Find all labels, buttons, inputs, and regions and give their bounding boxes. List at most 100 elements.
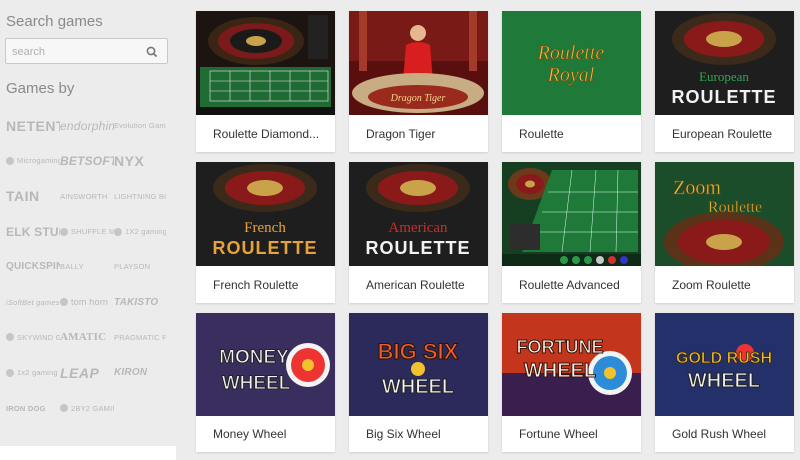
game-card-roulette-diamond[interactable]: Roulette Diamond... (196, 11, 335, 152)
provider-name: AMATIC (60, 331, 107, 344)
provider-logo-1x2[interactable]: 1X2 gaming (114, 214, 166, 249)
game-title: French Roulette (213, 278, 299, 292)
game-art-text: Roulette (537, 42, 605, 64)
game-thumbnail (196, 11, 335, 115)
provider-logo-nyx[interactable]: NYX (114, 143, 166, 178)
provider-logo-lightning-box[interactable]: LIGHTNING BOX (114, 179, 166, 214)
provider-logo-bally[interactable]: BALLY (60, 249, 114, 284)
provider-logo-shuffle-master[interactable]: SHUFFLE MASTER (60, 214, 114, 249)
game-card-zoom-roulette[interactable]: Zoom Roulette Zoom Roulette (655, 162, 794, 303)
provider-name: PRAGMATIC PLAY (114, 332, 166, 342)
provider-icon (60, 227, 68, 236)
provider-icon (6, 368, 14, 377)
provider-name: SKYWIND GROUP (17, 332, 60, 342)
provider-logo-microgaming[interactable]: Microgaming (6, 143, 60, 178)
provider-name: BALLY (60, 262, 84, 272)
provider-logo-evolution[interactable]: Evolution Gaming (114, 108, 166, 143)
provider-name: TAIN (6, 188, 40, 205)
provider-logo-1x2-gaming[interactable]: 1x2 gaming (6, 355, 60, 390)
provider-logo-takisto[interactable]: TAKISTO (114, 284, 166, 319)
providers-title: Games by (6, 80, 75, 97)
game-art-text: BIG SIX (378, 339, 459, 364)
provider-icon (60, 298, 68, 307)
game-card-money-wheel[interactable]: MONEY WHEEL Money Wheel (196, 313, 335, 452)
game-title: Big Six Wheel (366, 427, 441, 441)
provider-list: NETENT endorphina Evolution Gaming Micro… (6, 108, 166, 426)
provider-logo-isoftbet[interactable]: iSoftBet games (6, 284, 60, 319)
provider-logo-tain[interactable]: TAIN (6, 179, 60, 214)
game-thumbnail: Roulette Royal (502, 11, 641, 115)
game-title: Roulette Diamond... (213, 127, 320, 141)
game-art-text: Royal (547, 64, 595, 86)
provider-logo-2by2[interactable]: 2BY2 GAMING (60, 390, 114, 425)
provider-name: KIRON (114, 367, 148, 379)
game-card-roulette-advanced[interactable]: Roulette Advanced (502, 162, 641, 303)
provider-name: 1x2 gaming (17, 368, 58, 378)
game-thumbnail (502, 162, 641, 266)
provider-name: LEAP (60, 364, 100, 381)
provider-name: TAKISTO (114, 296, 159, 308)
game-thumbnail: Dragon Tiger (349, 11, 488, 115)
game-art-text: Zoom (673, 177, 721, 199)
provider-logo-quickspin[interactable]: QUICKSPIN (6, 249, 60, 284)
provider-name: NYX (114, 152, 145, 169)
game-title: American Roulette (366, 278, 465, 292)
game-art-text: WHEEL (524, 360, 596, 382)
provider-logo-skywind[interactable]: SKYWIND GROUP (6, 320, 60, 355)
game-art-text: ROULETTE (213, 238, 318, 258)
provider-name: PLAYSON (114, 262, 151, 272)
provider-logo-elk[interactable]: ELK STUDIOS (6, 214, 60, 249)
provider-logo-amatic[interactable]: AMATIC (60, 320, 114, 355)
provider-logo-playson[interactable]: PLAYSON (114, 249, 166, 284)
provider-name: NETENT (6, 117, 60, 134)
game-thumbnail: American ROULETTE (349, 162, 488, 266)
game-card-big-six-wheel[interactable]: BIG SIX WHEEL Big Six Wheel (349, 313, 488, 452)
game-card-roulette[interactable]: Roulette Royal Roulette (502, 11, 641, 152)
game-thumbnail: Zoom Roulette (655, 162, 794, 266)
game-art-text: ROULETTE (672, 87, 777, 107)
game-art-text: European (699, 69, 749, 84)
game-grid: Roulette Diamond... Dragon Tiger Dragon … (196, 11, 794, 452)
provider-icon (114, 227, 122, 236)
game-title: Gold Rush Wheel (672, 427, 767, 441)
game-art-text: WHEEL (382, 376, 454, 398)
provider-icon (6, 333, 14, 342)
game-art-text: FORTUNE (517, 337, 604, 357)
provider-name: BETSOFT (60, 153, 114, 168)
provider-logo-iron-dog[interactable]: IRON DOG (6, 390, 60, 425)
provider-logo-netent[interactable]: NETENT (6, 108, 60, 143)
provider-logo-tom-horn[interactable]: tom horn (60, 284, 114, 319)
search-input[interactable] (12, 43, 142, 60)
provider-logo-endorphina[interactable]: endorphina (60, 108, 114, 143)
provider-logo-pragmatic[interactable]: PRAGMATIC PLAY (114, 320, 166, 355)
game-thumbnail: GOLD RUSH WHEEL (655, 313, 794, 416)
provider-name: iSoftBet games (6, 297, 60, 307)
provider-name: IRON DOG (6, 403, 46, 413)
game-card-gold-rush-wheel[interactable]: GOLD RUSH WHEEL Gold Rush Wheel (655, 313, 794, 452)
sidebar: Search games Games by NETENT endorphina … (0, 0, 178, 460)
provider-name: LIGHTNING BOX (114, 191, 166, 201)
search-box[interactable] (5, 38, 168, 64)
provider-name: 1X2 gaming (125, 227, 166, 237)
game-card-dragon-tiger[interactable]: Dragon Tiger Dragon Tiger (349, 11, 488, 152)
game-title: Fortune Wheel (519, 427, 598, 441)
search-icon[interactable] (145, 45, 159, 59)
game-card-european-roulette[interactable]: European ROULETTE European Roulette (655, 11, 794, 152)
game-card-fortune-wheel[interactable]: FORTUNE WHEEL Fortune Wheel (502, 313, 641, 452)
game-title: European Roulette (672, 127, 773, 141)
game-art-text: French (244, 220, 286, 236)
game-title: Dragon Tiger (366, 127, 436, 141)
game-card-american-roulette[interactable]: American ROULETTE American Roulette (349, 162, 488, 303)
game-title: Roulette (519, 127, 564, 141)
sidebar-footer (0, 446, 176, 460)
provider-logo-ainsworth[interactable]: AINSWORTH (60, 179, 114, 214)
provider-logo-kiron[interactable]: KIRON (114, 355, 166, 390)
search-title: Search games (6, 13, 103, 30)
game-thumbnail: FORTUNE WHEEL (502, 313, 641, 416)
game-art-text: American (388, 220, 448, 236)
game-card-french-roulette[interactable]: French ROULETTE French Roulette (196, 162, 335, 303)
provider-icon (6, 156, 14, 165)
provider-logo-leap[interactable]: LEAP (60, 355, 114, 390)
provider-name: endorphina (60, 118, 114, 133)
provider-logo-betsoft[interactable]: BETSOFT (60, 143, 114, 178)
